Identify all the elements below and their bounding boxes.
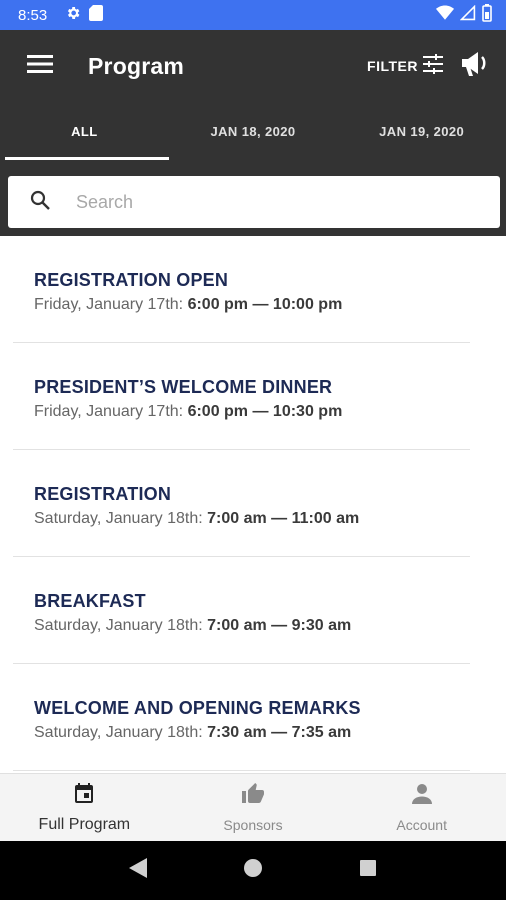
home-button[interactable] [233, 851, 273, 891]
status-right [436, 3, 492, 27]
tab-jan-19[interactable]: JAN 19, 2020 [337, 102, 506, 160]
nav-label: Sponsors [223, 817, 283, 833]
gear-icon [65, 5, 81, 26]
event-list: REGISTRATION OPEN Friday, January 17th: … [0, 236, 506, 773]
search-bar [0, 160, 506, 236]
nav-account[interactable]: Account [337, 774, 506, 841]
status-bar: 8:53 [0, 0, 506, 30]
event-time: 6:00 pm — 10:30 pm [187, 403, 343, 420]
event-date: Saturday, January 18th: [34, 617, 208, 634]
home-circle-icon [243, 858, 263, 883]
event-title: BREAKFAST [34, 591, 146, 611]
nav-full-program[interactable]: Full Program [0, 774, 169, 841]
event-date: Friday, January 17th: [34, 296, 188, 313]
event-time: 7:30 am — 7:35 am [207, 724, 352, 741]
back-button[interactable] [118, 851, 158, 891]
nav-label: Full Program [38, 816, 131, 833]
event-date: Friday, January 17th: [34, 403, 188, 420]
search-box[interactable] [8, 176, 500, 228]
event-datetime: Saturday, January 18th: 7:00 am — 11:00 … [34, 510, 470, 528]
app-bar-actions: FILTER [363, 46, 496, 86]
thumbs-up-icon [240, 782, 266, 811]
sd-card-icon [89, 4, 104, 26]
list-item[interactable]: BREAKFAST Saturday, January 18th: 7:00 a… [13, 557, 470, 664]
tab-jan-18[interactable]: JAN 18, 2020 [169, 102, 338, 160]
tab-all[interactable]: ALL [0, 102, 169, 160]
menu-button[interactable] [0, 30, 80, 102]
signal-icon [459, 4, 476, 26]
list-item[interactable]: REGISTRATION OPEN Friday, January 17th: … [13, 236, 470, 343]
event-datetime: Friday, January 17th: 6:00 pm — 10:30 pm [34, 403, 470, 421]
event-datetime: Saturday, January 18th: 7:30 am — 7:35 a… [34, 724, 470, 742]
event-datetime: Saturday, January 18th: 7:00 am — 9:30 a… [34, 617, 470, 635]
bottom-nav: Full Program Sponsors Account [0, 773, 506, 841]
list-item[interactable]: REGISTRATION Saturday, January 18th: 7:0… [13, 450, 470, 557]
search-icon [30, 190, 50, 215]
app-bar: Program FILTER [0, 30, 506, 102]
nav-label: Account [396, 817, 447, 833]
filter-label: FILTER [367, 58, 418, 74]
event-title: PRESIDENT’S WELCOME DINNER [34, 377, 333, 397]
nav-sponsors[interactable]: Sponsors [169, 774, 338, 841]
page-title: Program [88, 52, 184, 79]
system-nav-bar [0, 841, 506, 900]
person-icon [410, 782, 434, 811]
recents-square-icon [359, 859, 377, 882]
event-time: 7:00 am — 11:00 am [207, 510, 360, 527]
filter-button[interactable]: FILTER [363, 48, 448, 85]
back-triangle-icon [128, 857, 148, 884]
announcements-button[interactable] [454, 46, 496, 86]
list-item[interactable]: PRESIDENT’S WELCOME DINNER Friday, Janua… [13, 343, 470, 450]
hamburger-menu-icon [27, 54, 53, 79]
recents-button[interactable] [348, 851, 388, 891]
date-tabs: ALL JAN 18, 2020 JAN 19, 2020 [0, 102, 506, 160]
event-time: 7:00 am — 9:30 am [207, 617, 352, 634]
battery-icon [482, 3, 492, 27]
list-item[interactable]: WELCOME AND OPENING REMARKS Saturday, Ja… [13, 664, 470, 771]
status-left: 8:53 [18, 4, 104, 26]
event-title: REGISTRATION OPEN [34, 270, 229, 290]
event-date: Saturday, January 18th: [34, 724, 208, 741]
event-title: REGISTRATION [34, 484, 172, 504]
event-datetime: Friday, January 17th: 6:00 pm — 10:00 pm [34, 296, 470, 314]
tune-icon [422, 53, 444, 79]
calendar-icon [72, 781, 96, 810]
wifi-icon [436, 5, 454, 26]
event-time: 6:00 pm — 10:00 pm [187, 296, 343, 313]
event-date: Saturday, January 18th: [34, 510, 208, 527]
megaphone-icon [460, 51, 490, 82]
event-title: WELCOME AND OPENING REMARKS [34, 698, 361, 718]
status-time: 8:53 [18, 6, 48, 24]
search-input[interactable] [76, 191, 456, 213]
